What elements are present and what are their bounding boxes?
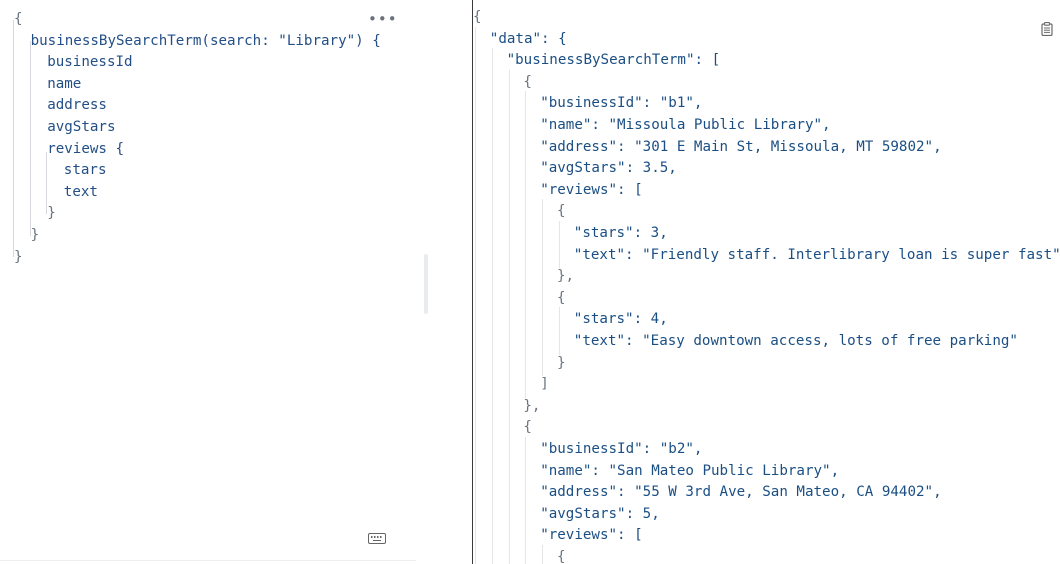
- graphiql-app: ••• { businessBySearchTerm(search: "Libra…: [0, 0, 1060, 564]
- result-line: ]: [540, 376, 549, 393]
- indent-guide: [508, 69, 510, 564]
- indent-guide: [29, 41, 31, 236]
- result-line: "address": "55 W 3rd Ave, San Mateo, CA …: [540, 484, 942, 501]
- result-line: "name": "Missoula Public Library",: [540, 117, 831, 133]
- result-line: "stars": 3,: [573, 225, 668, 241]
- indent-guide: [475, 26, 476, 564]
- indent-guide: [525, 91, 527, 398]
- query-line: reviews {: [47, 140, 125, 157]
- result-viewer: { "data": { "businessBySearchTerm": [ { "bus…: [473, 0, 1060, 564]
- result-line: "name": "San Mateo Public Library",: [540, 462, 840, 479]
- pane-divider: [416, 0, 472, 564]
- result-line: "avgStars": 5,: [540, 505, 660, 522]
- query-line: {: [14, 11, 23, 27]
- result-line: "avgStars": 3.5,: [540, 160, 677, 177]
- indent-guide: [491, 48, 493, 564]
- result-line: "businessId": "b1",: [540, 95, 703, 112]
- keyboard-shortcuts-icon[interactable]: [368, 533, 386, 544]
- result-line: {: [557, 549, 566, 564]
- result-line: "stars": 4,: [573, 311, 668, 328]
- result-line: "text": "Easy downtown access, lots of f…: [573, 333, 1018, 349]
- result-line: {: [523, 73, 532, 90]
- query-line: }: [47, 205, 56, 222]
- query-line: }: [14, 248, 23, 265]
- indent-guide: [559, 221, 560, 269]
- result-line: {: [557, 289, 566, 306]
- query-line: }: [30, 227, 40, 243]
- query-line: businessBySearchTerm(search: "Library") …: [30, 32, 381, 49]
- result-line: {: [473, 9, 482, 25]
- query-line: name: [47, 75, 82, 92]
- query-line: text: [63, 183, 98, 200]
- result-line: "text": "Friendly staff. Interlibrary lo…: [573, 246, 1060, 263]
- indent-guide: [559, 307, 560, 355]
- indent-guide: [542, 545, 544, 564]
- indent-guide: [13, 19, 14, 258]
- query-editor[interactable]: ••• { businessBySearchTerm(search: "Libra…: [0, 0, 416, 561]
- result-line: },: [557, 268, 575, 285]
- query-line: avgStars: [47, 119, 116, 135]
- indent-guide: [542, 199, 544, 377]
- query-line: address: [47, 97, 107, 114]
- more-options-icon[interactable]: •••: [368, 12, 397, 27]
- query-line: businessId: [47, 54, 133, 71]
- result-line: },: [523, 397, 541, 414]
- indent-guide: [46, 151, 48, 215]
- resize-handle[interactable]: [424, 254, 428, 314]
- indent-guide: [525, 437, 527, 564]
- result-line: "data": {: [489, 30, 567, 47]
- result-line: "reviews": [: [540, 527, 643, 544]
- result-line: "reviews": [: [540, 181, 643, 198]
- result-line: }: [557, 354, 566, 371]
- result-line: "businessId": "b2",: [540, 441, 703, 457]
- result-line: "address": "301 E Main St, Missoula, MT …: [540, 138, 942, 155]
- clipboard-icon[interactable]: [1041, 22, 1053, 36]
- query-line: stars: [63, 162, 107, 179]
- result-line: {: [523, 419, 532, 436]
- result-line: {: [557, 203, 566, 220]
- result-line: "businessBySearchTerm": [: [506, 52, 721, 69]
